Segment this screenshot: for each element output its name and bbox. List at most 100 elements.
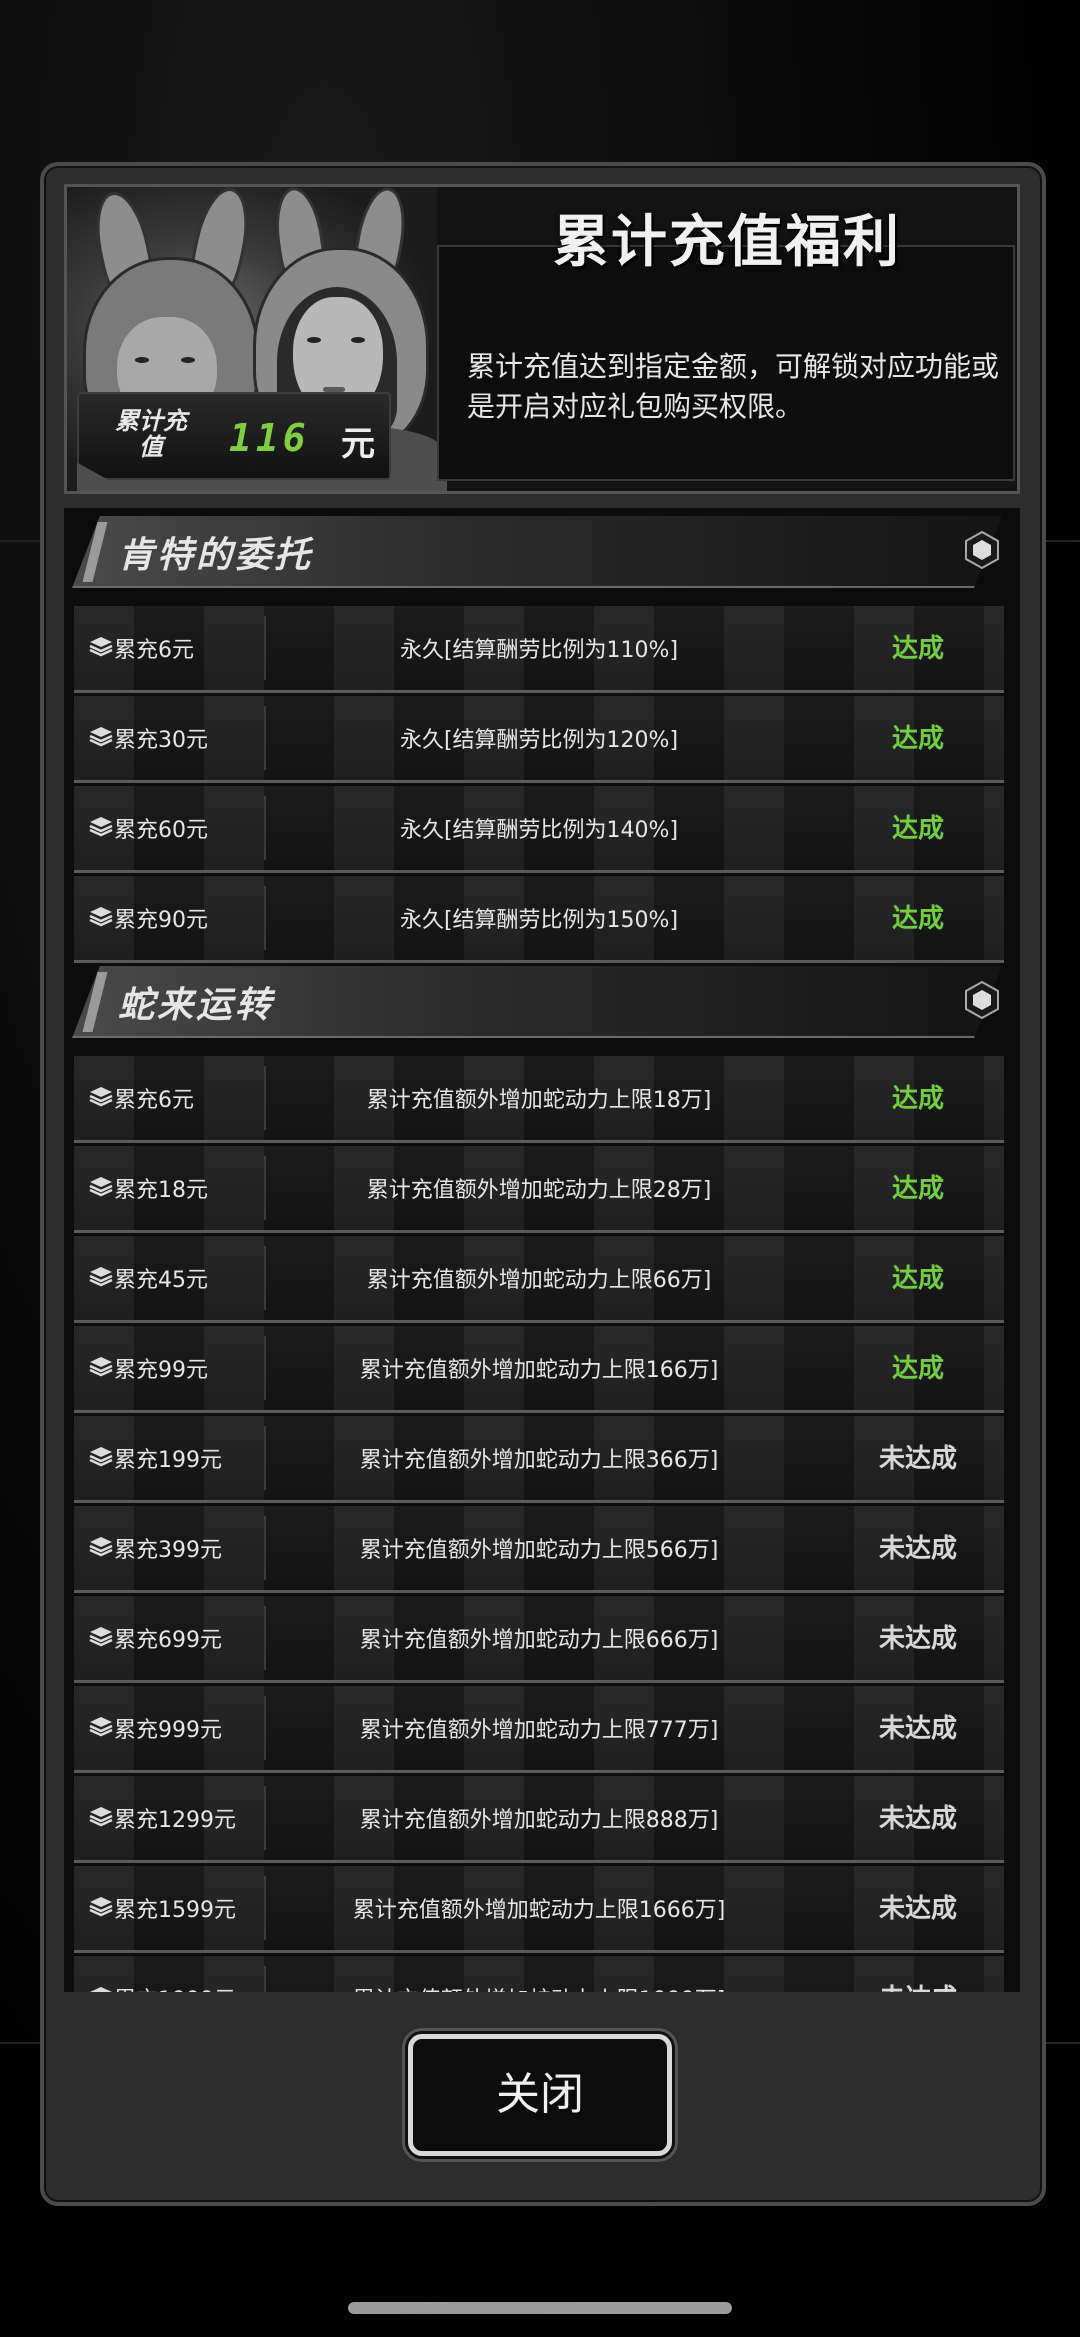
layers-icon [88,814,114,840]
layers-icon [88,1354,114,1380]
reward-description: 累计充值额外增加蛇动力上限1666万] [352,1898,726,1923]
reward-description: 累计充值额外增加蛇动力上限566万] [359,1538,719,1563]
reward-description: 永久[结算酬劳比例为110%] [399,638,679,663]
reward-threshold: 累充18元 [114,1178,208,1203]
row-divider [264,1786,266,1850]
layers-icon [88,1894,114,1920]
reward-description: 永久[结算酬劳比例为120%] [399,728,679,753]
reward-status: 达成 [891,724,944,754]
section-title: 肯特的委托 [118,535,314,576]
hexagon-icon[interactable] [964,530,1000,570]
reward-threshold: 累充90元 [114,908,208,933]
reward-status: 达成 [891,1354,944,1384]
reward-status: 达成 [891,904,944,934]
reward-threshold: 累充1999元 [114,1982,236,1992]
dialog-description: 累计充值达到指定金额，可解锁对应功能或是开启对应礼包购买权限。 [467,350,1000,423]
reward-threshold: 累充30元 [114,728,208,753]
reward-threshold: 累充1599元 [114,1898,236,1923]
reward-status: 达成 [891,634,944,664]
reward-row: 累充1299元 累计充值额外增加蛇动力上限888万] 未达成 [74,1776,1004,1863]
recharge-rewards-dialog: 累计充值 116 元 累计充值福利 累计充值达到指定金额，可解锁对应功能或是开启… [40,162,1046,2206]
section-header: 肯特的委托 [72,516,1012,592]
row-divider [264,1426,266,1490]
close-button[interactable]: 关闭 [408,2034,672,2156]
reward-threshold: 累充45元 [114,1268,208,1293]
reward-row: 累充699元 累计充值额外增加蛇动力上限666万] 未达成 [74,1596,1004,1683]
reward-status: 未达成 [878,1624,957,1654]
layers-icon [88,1984,114,1992]
row-divider [264,886,266,950]
reward-description: 累计充值额外增加蛇动力上限166万] [359,1358,719,1383]
layers-icon [88,1444,114,1470]
reward-row: 累充1999元 累计充值额外增加蛇动力上限1999万] 未达成 [74,1956,1004,1992]
row-divider [264,1606,266,1670]
reward-threshold: 累充999元 [114,1718,222,1743]
reward-row: 累充199元 累计充值额外增加蛇动力上限366万] 未达成 [74,1416,1004,1503]
reward-description: 永久[结算酬劳比例为140%] [399,818,679,843]
reward-description: 累计充值额外增加蛇动力上限666万] [359,1628,719,1653]
row-divider [264,796,266,860]
reward-description: 永久[结算酬劳比例为150%] [399,908,679,933]
reward-threshold: 累充6元 [114,638,194,663]
reward-description: 累计充值额外增加蛇动力上限66万] [366,1268,712,1293]
layers-icon [88,1624,114,1650]
reward-threshold: 累充199元 [114,1448,222,1473]
recharge-total-badge: 累计充值 116 元 [77,392,391,480]
reward-row: 累充399元 累计充值额外增加蛇动力上限566万] 未达成 [74,1506,1004,1593]
layers-icon [88,1804,114,1830]
reward-description: 累计充值额外增加蛇动力上限777万] [359,1718,719,1743]
reward-description: 累计充值额外增加蛇动力上限1999万] [274,1982,804,1992]
row-divider [264,1156,266,1220]
characters-illustration: 累计充值 116 元 [67,187,447,491]
home-indicator[interactable] [348,2302,732,2314]
header-banner: 累计充值 116 元 累计充值福利 累计充值达到指定金额，可解锁对应功能或是开启… [64,184,1020,494]
reward-status: 未达成 [878,1894,957,1924]
row-divider [264,1516,266,1580]
reward-row: 累充90元 永久[结算酬劳比例为150%] 达成 [74,876,1004,963]
section-header: 蛇来运转 [72,966,1012,1042]
dialog-title: 累计充值福利 [553,210,901,275]
layers-icon [88,634,114,660]
reward-status: 未达成 [878,1804,957,1834]
layers-icon [88,1174,114,1200]
reward-threshold: 累充60元 [114,818,208,843]
recharge-total-unit: 元 [341,424,375,464]
reward-description: 累计充值额外增加蛇动力上限18万] [366,1088,712,1113]
layers-icon [88,1084,114,1110]
reward-threshold: 累充99元 [114,1358,208,1383]
layers-icon [88,1714,114,1740]
row-divider [264,1696,266,1760]
reward-status: 达成 [891,814,944,844]
hexagon-icon[interactable] [964,980,1000,1020]
reward-threshold: 累充1299元 [114,1808,236,1833]
reward-status: 未达成 [848,1978,988,1992]
reward-row: 累充60元 永久[结算酬劳比例为140%] 达成 [74,786,1004,873]
reward-row: 累充45元 累计充值额外增加蛇动力上限66万] 达成 [74,1236,1004,1323]
reward-threshold: 累充699元 [114,1628,222,1653]
reward-row: 累充18元 累计充值额外增加蛇动力上限28万] 达成 [74,1146,1004,1233]
reward-status: 未达成 [878,1534,957,1564]
reward-row: 累充6元 永久[结算酬劳比例为110%] 达成 [74,606,1004,693]
rewards-list[interactable]: 肯特的委托 累充6元 永久[结算酬劳比例为110%] 达成 累充30元 永久[结算酬劳比例… [64,508,1020,1992]
layers-icon [88,1534,114,1560]
reward-row: 累充30元 永久[结算酬劳比例为120%] 达成 [74,696,1004,783]
recharge-total-value: 116 [229,416,310,460]
recharge-total-label: 累计充值 [115,407,187,461]
reward-row: 累充99元 累计充值额外增加蛇动力上限166万] 达成 [74,1326,1004,1413]
row-divider [264,1336,266,1400]
reward-status: 未达成 [878,1444,957,1474]
reward-description: 累计充值额外增加蛇动力上限28万] [366,1178,712,1203]
row-divider [264,616,266,680]
reward-status: 未达成 [878,1714,957,1744]
layers-icon [88,724,114,750]
reward-threshold: 累充6元 [114,1088,194,1113]
row-divider [264,1246,266,1310]
layers-icon [88,1264,114,1290]
row-divider [264,706,266,770]
reward-status: 达成 [891,1264,944,1294]
layers-icon [88,904,114,930]
reward-description: 累计充值额外增加蛇动力上限888万] [359,1808,719,1833]
reward-threshold: 累充399元 [114,1538,222,1563]
reward-status: 达成 [891,1174,944,1204]
section-title: 蛇来运转 [118,985,275,1026]
